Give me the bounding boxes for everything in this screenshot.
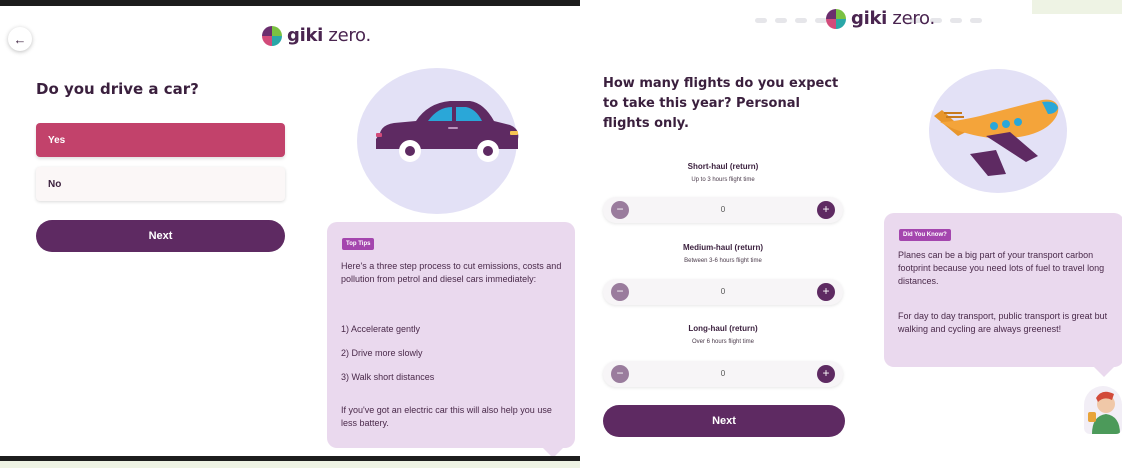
progress-step (755, 18, 767, 23)
card-tail (1094, 367, 1114, 377)
did-you-know-card: Did You Know? Planes can be a big part o… (884, 213, 1122, 367)
giki-zero-logo: giki zero. (826, 8, 935, 29)
progress-step (795, 18, 807, 23)
tip-intro: Here's a three step process to cut emiss… (341, 261, 562, 284)
progress-step (775, 18, 787, 23)
short-haul-stepper: − 0 + (603, 197, 843, 223)
medium-haul-subtitle: Between 3-6 hours flight time (684, 258, 762, 264)
bottom-background (0, 461, 580, 468)
mascot-avatar[interactable] (1084, 386, 1122, 434)
arrow-left-icon: ← (13, 31, 27, 47)
question-line: flights only. (603, 116, 689, 131)
tip-step: 2) Drive more slowly (341, 348, 423, 358)
medium-haul-label: Medium-haul (return) (683, 243, 763, 252)
option-label: No (48, 178, 62, 190)
giki-zero-logo: giki zero. (262, 25, 371, 46)
increment-button[interactable]: + (817, 201, 835, 219)
progress-step (950, 18, 962, 23)
decrement-button[interactable]: − (611, 283, 629, 301)
stepper-value[interactable]: 0 (643, 197, 803, 223)
mascot-icon (1088, 391, 1120, 434)
long-haul-subtitle: Over 6 hours flight time (691, 339, 755, 345)
tip-paragraph: For day to day transport, public transpo… (898, 311, 1108, 334)
stepper-value[interactable]: 0 (643, 361, 803, 387)
next-label: Next (712, 415, 736, 427)
tip-paragraph: Planes can be a big part of your transpo… (898, 250, 1105, 286)
short-haul-subtitle: Up to 3 hours flight time (691, 177, 755, 183)
option-yes-button[interactable]: Yes (36, 123, 285, 157)
tip-step: 1) Accelerate gently (341, 324, 421, 334)
logo-mark-icon (262, 25, 282, 46)
question-line: to take this year? Personal (603, 96, 800, 111)
long-haul-label: Long-haul (return) (688, 324, 758, 333)
stepper-value[interactable]: 0 (643, 279, 803, 305)
logo-suffix: zero. (323, 25, 371, 46)
option-no-button[interactable]: No (36, 167, 285, 201)
airplane-icon (934, 99, 1059, 176)
progress-step (970, 18, 982, 23)
short-haul-label: Short-haul (return) (687, 162, 759, 171)
top-tips-card: Top Tips Here's a three step process to … (327, 222, 575, 448)
long-haul-stepper: − 0 + (603, 361, 843, 387)
increment-button[interactable]: + (817, 365, 835, 383)
question-title: How many flights do you expect to take t… (603, 74, 838, 134)
flights-question-screen: giki zero. How many flights do you expec… (580, 0, 1122, 468)
car-icon (376, 101, 519, 162)
tip-badge: Did You Know? (899, 229, 951, 241)
question-title: Do you drive a car? (36, 80, 199, 98)
tip-outro: If you've got an electric car this will … (341, 405, 552, 428)
tip-step: 3) Walk short distances (341, 372, 435, 382)
back-button[interactable]: ← (8, 27, 32, 51)
logo-brand: giki (287, 25, 323, 46)
decrement-button[interactable]: − (611, 201, 629, 219)
next-button[interactable]: Next (36, 220, 285, 252)
decrement-button[interactable]: − (611, 365, 629, 383)
medium-haul-stepper: − 0 + (603, 279, 843, 305)
corner-decoration (1032, 0, 1122, 14)
logo-brand: giki (851, 8, 887, 29)
logo-suffix: zero. (887, 8, 935, 29)
car-question-screen: ← giki zero. Do you drive a car? Yes No … (0, 0, 580, 468)
tip-badge: Top Tips (342, 238, 375, 250)
question-line: How many flights do you expect (603, 76, 839, 91)
logo-mark-icon (826, 8, 846, 29)
next-button[interactable]: Next (603, 405, 845, 437)
increment-button[interactable]: + (817, 283, 835, 301)
next-label: Next (148, 230, 173, 242)
option-label: Yes (48, 134, 66, 146)
top-border (0, 0, 580, 6)
